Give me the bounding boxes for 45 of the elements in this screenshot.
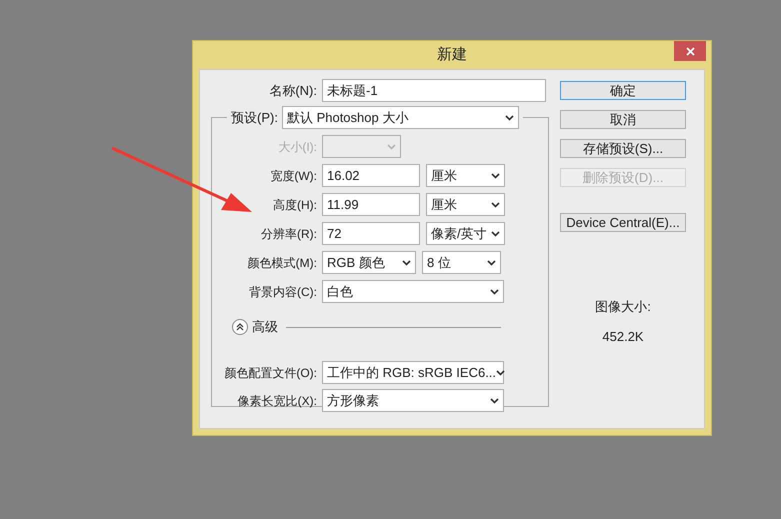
dropdown-select[interactable]: 工作中的 RGB: sRGB IEC6... — [322, 361, 504, 384]
field-label: 预设(P): — [231, 108, 279, 127]
image-size-label: 图像大小: — [595, 298, 651, 316]
dropdown-select[interactable]: 方形像素 — [322, 389, 504, 412]
field-label: 颜色模式(M): — [248, 254, 317, 272]
chevron-down-icon — [387, 144, 396, 150]
close-icon — [686, 46, 694, 56]
text-field[interactable]: 72 — [322, 222, 420, 245]
chevron-down-icon — [504, 114, 514, 120]
image-size-value: 452.2K — [602, 328, 644, 346]
chevron-up-icon — [236, 323, 244, 331]
chevron-down-icon — [490, 288, 499, 294]
section-label: 高级 — [252, 318, 278, 336]
dropdown-select[interactable]: RGB 颜色 — [322, 251, 416, 274]
field-label: 像素长宽比(X): — [238, 392, 317, 410]
field-label: 宽度(W): — [270, 168, 317, 184]
field-label: 分辨率(R): — [261, 226, 317, 242]
dropdown-select[interactable]: 厘米 — [426, 164, 505, 187]
field-label: 大小(I): — [278, 138, 317, 156]
chevron-down-icon — [402, 260, 411, 266]
field-label: 颜色配置文件(O): — [224, 364, 317, 382]
dropdown-select[interactable]: 厘米 — [426, 193, 505, 216]
text-field[interactable]: 16.02 — [322, 164, 420, 187]
dialog-button[interactable]: 取消 — [560, 110, 686, 129]
dropdown-select[interactable]: 像素/英寸 — [426, 222, 505, 245]
dialog-button[interactable]: 存储预设(S)... — [560, 139, 686, 158]
chevron-down-icon — [491, 202, 500, 208]
field-label: 背景内容(C): — [249, 284, 317, 300]
text-field[interactable]: 未标题-1 — [322, 79, 546, 102]
close-button[interactable] — [674, 41, 706, 61]
dropdown-select[interactable]: 默认 Photoshop 大小 — [282, 106, 519, 129]
chevron-down-icon — [487, 260, 496, 266]
chevron-down-icon — [491, 230, 500, 236]
chevron-down-icon — [496, 370, 506, 376]
field-label: 高度(H): — [273, 196, 317, 214]
field-label: 名称(N): — [268, 82, 318, 100]
dropdown-select[interactable]: 白色 — [322, 280, 504, 303]
dialog-button[interactable]: 确定 — [560, 81, 686, 100]
chevron-down-icon — [490, 398, 499, 404]
collapse-button[interactable] — [232, 319, 248, 335]
window-title: 新建 — [437, 44, 467, 65]
dropdown-select[interactable]: 8 位 — [422, 251, 501, 274]
chevron-down-icon — [491, 172, 500, 178]
text-field[interactable]: 11.99 — [322, 193, 420, 216]
dialog-button[interactable]: Device Central(E)... — [560, 213, 686, 232]
